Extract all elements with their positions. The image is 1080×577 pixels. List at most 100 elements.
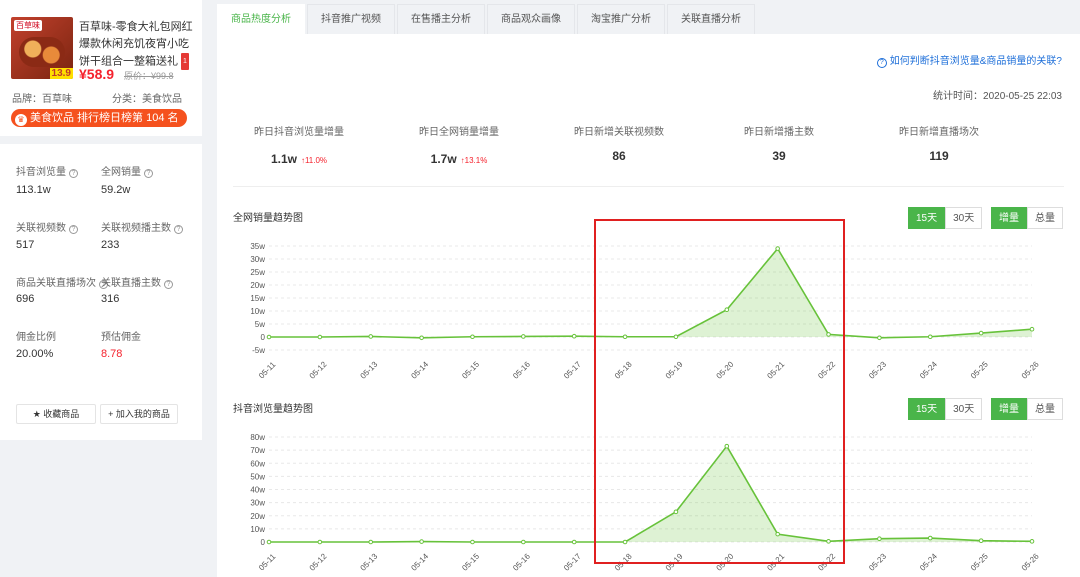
data-point xyxy=(419,335,424,341)
y-tick-label: 35w xyxy=(250,242,265,251)
y-tick-label: 20w xyxy=(250,512,265,521)
help-icon: ? xyxy=(69,225,78,234)
stat-label: 全网销量? xyxy=(101,163,153,178)
stat-label: 关联视频数? xyxy=(16,219,78,234)
range-15-days[interactable]: 15天 xyxy=(908,398,946,420)
mode-total[interactable]: 总量 xyxy=(1027,207,1063,229)
y-tick-label: -5w xyxy=(252,346,265,355)
mode-increment[interactable]: 增量 xyxy=(991,207,1027,229)
help-icon: ? xyxy=(69,169,78,178)
stat-label: 抖音浏览量? xyxy=(16,163,78,178)
y-tick-label: 10w xyxy=(250,525,265,534)
left-panel: 百草味 13.9 百草味-零食大礼包网红爆款休闲充饥夜宵小吃饼干组合一整箱送礼 1… xyxy=(0,0,202,440)
product-card: 百草味 13.9 百草味-零食大礼包网红爆款休闲充饥夜宵小吃饼干组合一整箱送礼 1… xyxy=(0,0,202,136)
x-tick-label: 05-17 xyxy=(562,359,583,380)
stat-label: 预估佣金 xyxy=(101,332,141,343)
tab-seller-analysis[interactable]: 在售播主分析 xyxy=(397,4,485,34)
data-point xyxy=(317,334,323,340)
data-point xyxy=(978,330,984,336)
x-tick-label: 05-15 xyxy=(460,359,481,380)
data-point xyxy=(877,335,882,341)
kpi-item: 昨日新增关联视频数 86 xyxy=(574,127,664,163)
x-tick-label: 05-14 xyxy=(409,359,430,380)
x-tick-label: 05-17 xyxy=(562,551,583,572)
chart-title-sales: 全网销量趋势图 xyxy=(233,213,303,224)
data-point xyxy=(521,334,526,339)
data-point xyxy=(521,539,526,545)
mode-toggle-sales: 增量 总量 xyxy=(991,207,1063,229)
data-point xyxy=(266,539,272,545)
tab-live-analysis[interactable]: 关联直播分析 xyxy=(667,4,755,34)
rank-badge[interactable]: ♛ 美食饮品 排行榜日榜第 104 名 xyxy=(11,109,187,127)
stats-card: 抖音浏览量? 113.1w 全网销量? 59.2w 关联视频数? 517 关联视… xyxy=(0,144,202,440)
stat-label: 关联视频播主数? xyxy=(101,219,183,234)
product-title[interactable]: 百草味-零食大礼包网红爆款休闲充饥夜宵小吃饼干组合一整箱送礼 1 xyxy=(79,19,197,70)
stat-label: 关联直播主数? xyxy=(101,274,173,289)
range-30-days[interactable]: 30天 xyxy=(945,398,983,420)
chart-title-views: 抖音浏览量趋势图 xyxy=(233,404,313,415)
data-point xyxy=(571,333,577,339)
stat-value: 517 xyxy=(16,239,35,251)
data-point xyxy=(419,539,424,544)
y-tick-label: 30w xyxy=(250,255,265,264)
y-tick-label: 40w xyxy=(250,486,265,495)
help-icon: ? xyxy=(164,280,173,289)
mode-increment[interactable]: 增量 xyxy=(991,398,1027,420)
x-tick-label: 05-26 xyxy=(1020,359,1041,380)
x-tick-label: 05-23 xyxy=(867,551,888,572)
category-label: 分类：美食饮品 xyxy=(112,94,182,105)
rank-icon: ♛ xyxy=(15,114,27,126)
data-point xyxy=(266,334,272,340)
mode-total[interactable]: 总量 xyxy=(1027,398,1063,420)
x-tick-label: 05-13 xyxy=(359,551,380,572)
stat-label: 佣金比例 xyxy=(16,332,56,343)
y-tick-label: 60w xyxy=(250,459,265,468)
data-point xyxy=(927,535,933,541)
y-tick-label: 50w xyxy=(250,472,265,481)
stat-value: 59.2w xyxy=(101,184,131,196)
x-tick-label: 05-24 xyxy=(918,551,939,572)
stat-value: 696 xyxy=(16,293,35,305)
price-badge: 13.9 xyxy=(49,68,73,79)
x-tick-label: 05-15 xyxy=(460,551,481,572)
help-icon: ? xyxy=(144,169,153,178)
divider xyxy=(233,186,1064,187)
help-link[interactable]: ? 如何判断抖音浏览量&商品销量的关联? xyxy=(876,52,1062,68)
x-tick-label: 05-11 xyxy=(257,552,278,573)
snack-image xyxy=(19,37,65,67)
x-tick-label: 05-16 xyxy=(511,551,532,572)
data-point xyxy=(571,539,577,545)
kpi-item: 昨日全网销量增量 1.7w ↑13.1% xyxy=(419,127,499,166)
range-15-days[interactable]: 15天 xyxy=(908,207,946,229)
data-point xyxy=(368,334,374,339)
favorite-button[interactable]: ★ 收藏商品 xyxy=(16,404,96,424)
data-point xyxy=(1029,539,1035,544)
mode-toggle-views: 增量 总量 xyxy=(991,398,1063,420)
kpi-item: 昨日新增直播场次 119 xyxy=(899,127,979,163)
y-tick-label: 15w xyxy=(250,294,265,303)
x-tick-label: 05-12 xyxy=(308,359,329,380)
tab-audience-profile[interactable]: 商品观众画像 xyxy=(487,4,575,34)
data-point xyxy=(877,536,882,542)
x-tick-label: 05-13 xyxy=(359,359,380,380)
y-tick-label: 0 xyxy=(261,538,266,547)
y-tick-label: 25w xyxy=(250,268,265,277)
x-tick-label: 05-16 xyxy=(511,359,532,380)
tab-heat-analysis[interactable]: 商品热度分析 xyxy=(217,4,305,34)
help-icon: ? xyxy=(174,225,183,234)
brand-label: 品牌：百草味 xyxy=(12,94,72,105)
range-toggle-views: 15天 30天 xyxy=(908,398,983,420)
product-thumbnail[interactable]: 百草味 13.9 xyxy=(11,17,73,79)
data-point xyxy=(470,334,475,340)
stat-value: 316 xyxy=(101,293,120,305)
help-icon: ? xyxy=(876,58,887,68)
tab-douyin-videos[interactable]: 抖音推广视频 xyxy=(307,4,395,34)
add-to-my-products-button[interactable]: + 加入我的商品 xyxy=(100,404,178,424)
range-toggle-sales: 15天 30天 xyxy=(908,207,983,229)
range-30-days[interactable]: 30天 xyxy=(945,207,983,229)
stat-value: 113.1w xyxy=(16,184,51,196)
tab-taobao-analysis[interactable]: 淘宝推广分析 xyxy=(577,4,665,34)
y-tick-label: 30w xyxy=(250,499,265,508)
x-tick-label: 05-24 xyxy=(918,359,939,380)
x-tick-label: 05-26 xyxy=(1020,551,1041,572)
